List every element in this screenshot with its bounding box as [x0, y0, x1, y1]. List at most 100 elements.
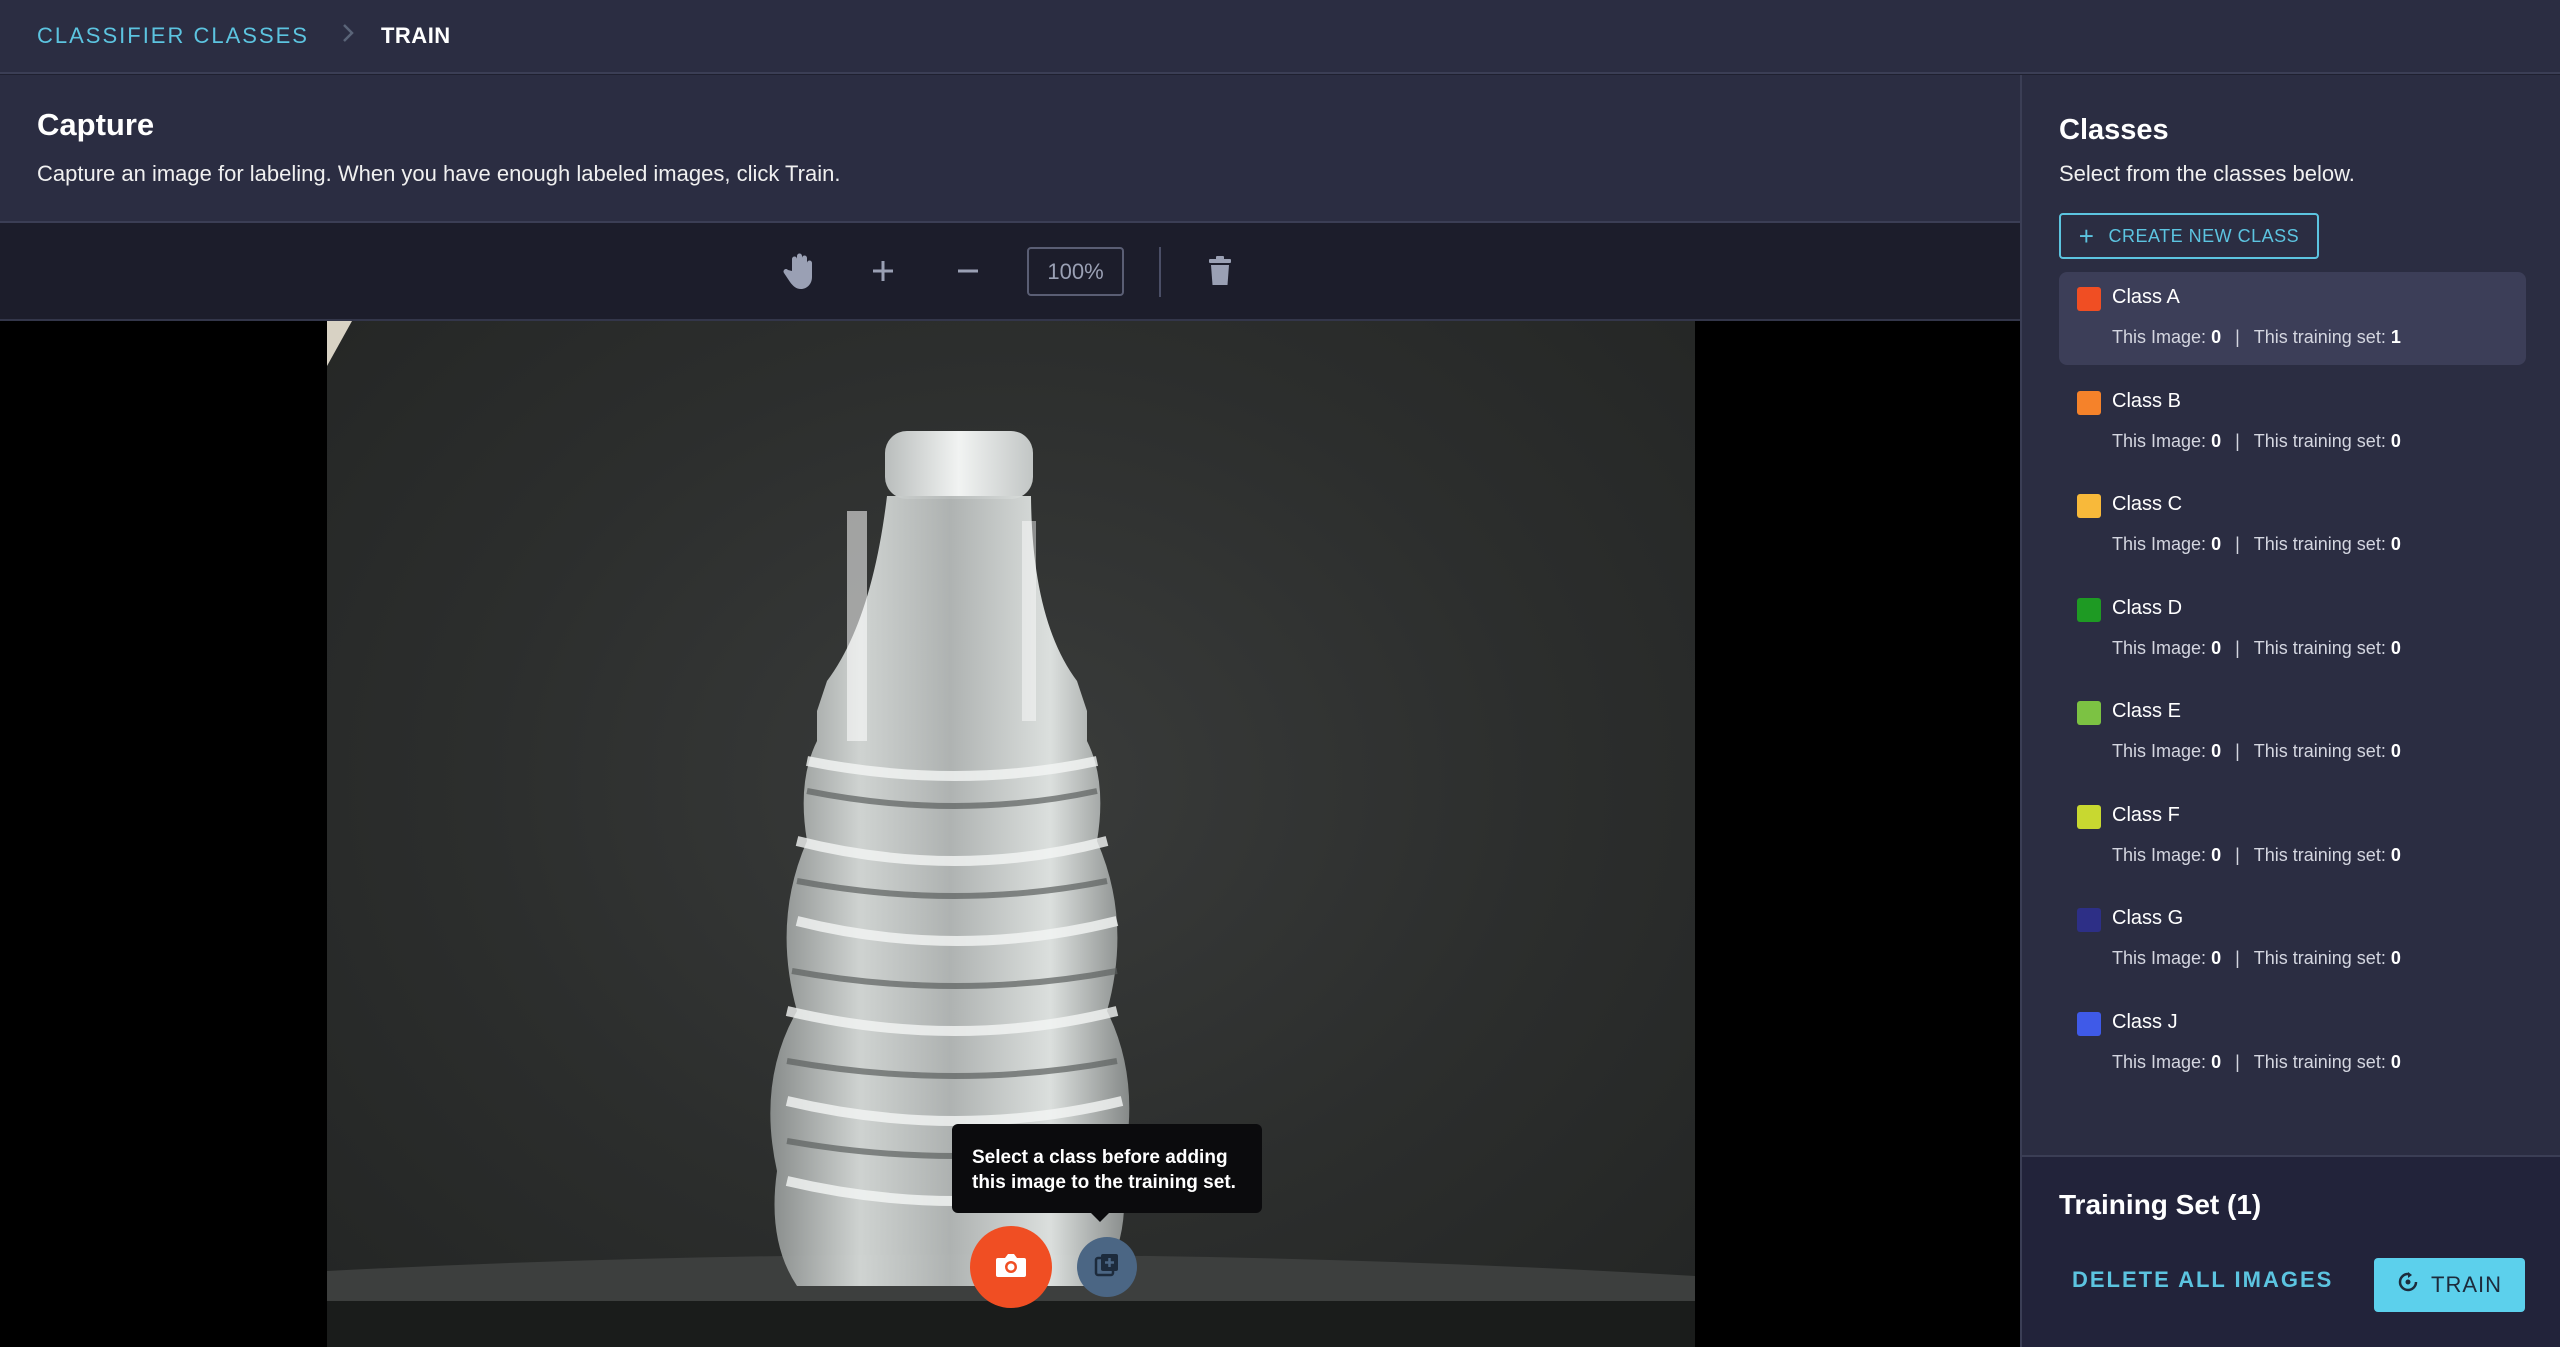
class-name: Class B — [2112, 389, 2181, 412]
train-icon — [2397, 1271, 2419, 1299]
class-name: Class E — [2112, 700, 2181, 722]
trash-icon[interactable] — [1198, 247, 1242, 295]
class-item[interactable]: Class J This Image: 0 | This training set: … — [2059, 997, 2526, 1090]
zoom-out-icon[interactable] — [946, 247, 990, 295]
training-set-panel: Training Set (1) DELETE ALL IMAGES TRAIN — [2022, 1155, 2560, 1347]
capture-image-button[interactable] — [970, 1226, 1052, 1308]
toolbar-divider — [1159, 247, 1161, 297]
training-set-label: This training set: — [2253, 1051, 2386, 1072]
class-color-swatch — [2077, 804, 2101, 829]
top-bar: CLASSIFIER CLASSES TRAIN — [0, 0, 2560, 74]
count-separator: | — [2235, 534, 2240, 554]
training-set-title: Training Set (1) — [2059, 1189, 2262, 1220]
classes-title: Classes — [2059, 114, 2169, 146]
add-to-set-icon — [1094, 1252, 1120, 1283]
training-set-label: This training set: — [2253, 430, 2386, 451]
class-counts: This Image: 0 | This training set: 0 — [2112, 948, 2401, 969]
select-class-tooltip: Select a class before adding this image … — [952, 1124, 1262, 1222]
class-item[interactable]: Class C This Image: 0 | This training set: … — [2059, 479, 2526, 572]
class-name: Class A — [2112, 286, 2180, 308]
training-set-label: This training set: — [2253, 741, 2386, 761]
capture-area: Capture Capture an image for labeling. W… — [0, 75, 2020, 1347]
class-name: Class D — [2112, 596, 2183, 619]
capture-description: Capture an image for labeling. When you … — [37, 161, 841, 186]
class-color-swatch — [2077, 701, 2101, 725]
count-separator: | — [2235, 844, 2240, 865]
this-image-count: 0 — [2211, 948, 2222, 968]
class-color-swatch — [2077, 494, 2101, 518]
class-item[interactable]: Class F This Image: 0 | This training set: … — [2059, 790, 2526, 883]
classes-panel: Classes Select from the classes below. +… — [2020, 75, 2560, 1347]
class-item[interactable]: Class E This Image: 0 | This training set: … — [2059, 686, 2526, 779]
training-set-count: 0 — [2390, 1051, 2401, 1072]
this-image-count: 0 — [2211, 534, 2222, 554]
count-separator: | — [2235, 741, 2240, 761]
add-to-training-set-button[interactable] — [1077, 1237, 1137, 1297]
class-color-swatch — [2077, 287, 2101, 311]
this-image-label: This Image: — [2112, 844, 2207, 865]
create-new-class-button[interactable]: + CREATE NEW CLASS — [2059, 213, 2319, 259]
train-button[interactable]: TRAIN — [2374, 1258, 2525, 1312]
this-image-label: This Image: — [2112, 948, 2207, 968]
plus-icon: + — [2078, 221, 2095, 251]
delete-all-images-button[interactable]: DELETE ALL IMAGES — [2072, 1267, 2333, 1293]
zoom-in-icon[interactable] — [861, 247, 905, 295]
class-color-swatch — [2077, 597, 2101, 622]
training-set-count: 0 — [2390, 741, 2401, 761]
class-list: Class A This Image: 0 | This training set: … — [2059, 272, 2526, 1100]
training-set-label: This training set: — [2253, 637, 2386, 658]
this-image-label: This Image: — [2112, 534, 2207, 554]
class-color-swatch — [2077, 908, 2101, 932]
class-name: Class J — [2112, 1010, 2178, 1033]
breadcrumb-classifier-classes[interactable]: CLASSIFIER CLASSES — [37, 23, 309, 49]
zoom-level-input[interactable] — [1027, 247, 1124, 296]
class-item[interactable]: Class B This Image: 0 | This training set: … — [2059, 376, 2526, 469]
training-set-label: This training set: — [2253, 948, 2386, 968]
count-separator: | — [2235, 430, 2240, 451]
this-image-label: This Image: — [2112, 327, 2207, 347]
class-counts: This Image: 0 | This training set: 0 — [2112, 638, 2401, 659]
class-name: Class F — [2112, 803, 2180, 826]
this-image-label: This Image: — [2112, 430, 2207, 451]
create-new-class-label: CREATE NEW CLASS — [2108, 225, 2300, 246]
class-item[interactable]: Class G This Image: 0 | This training set: … — [2059, 893, 2526, 986]
image-toolbar — [0, 223, 2020, 321]
tooltip-line-1: Select a class before adding — [972, 1147, 1228, 1168]
training-set-label: This training set: — [2253, 844, 2386, 865]
hand-icon[interactable] — [779, 247, 823, 295]
training-set-count: 0 — [2390, 430, 2401, 451]
training-set-count: 1 — [2390, 327, 2401, 347]
tooltip-arrow — [1090, 1212, 1110, 1222]
class-color-swatch — [2077, 390, 2101, 415]
capture-header: Capture Capture an image for labeling. W… — [0, 75, 2020, 223]
class-item[interactable]: Class D This Image: 0 | This training set: … — [2059, 583, 2526, 676]
this-image-count: 0 — [2211, 430, 2222, 451]
classes-subtitle: Select from the classes below. — [2059, 161, 2355, 186]
this-image-label: This Image: — [2112, 1051, 2207, 1072]
this-image-count: 0 — [2211, 637, 2222, 658]
class-counts: This Image: 0 | This training set: 0 — [2112, 845, 2401, 866]
this-image-label: This Image: — [2112, 741, 2207, 761]
count-separator: | — [2235, 637, 2240, 658]
training-set-count: 0 — [2390, 948, 2401, 968]
this-image-count: 0 — [2211, 844, 2222, 865]
training-set-count: 0 — [2390, 844, 2401, 865]
chevron-right-icon — [341, 22, 355, 51]
class-color-swatch — [2077, 1011, 2101, 1036]
count-separator: | — [2235, 948, 2240, 968]
tooltip-line-2: this image to the training set. — [972, 1172, 1236, 1193]
class-counts: This Image: 0 | This training set: 1 — [2112, 327, 2401, 348]
this-image-count: 0 — [2211, 741, 2222, 761]
class-counts: This Image: 0 | This training set: 0 — [2112, 431, 2401, 452]
class-counts: This Image: 0 | This training set: 0 — [2112, 534, 2401, 555]
camera-icon — [995, 1252, 1027, 1283]
class-name: Class C — [2112, 493, 2183, 515]
this-image-count: 0 — [2211, 1051, 2222, 1072]
training-set-count: 0 — [2390, 637, 2401, 658]
count-separator: | — [2235, 1051, 2240, 1072]
class-counts: This Image: 0 | This training set: 0 — [2112, 741, 2401, 762]
class-name: Class G — [2112, 907, 2184, 929]
breadcrumb-train: TRAIN — [380, 23, 451, 48]
class-item[interactable]: Class A This Image: 0 | This training set: … — [2059, 272, 2526, 365]
capture-title: Capture — [37, 107, 155, 142]
